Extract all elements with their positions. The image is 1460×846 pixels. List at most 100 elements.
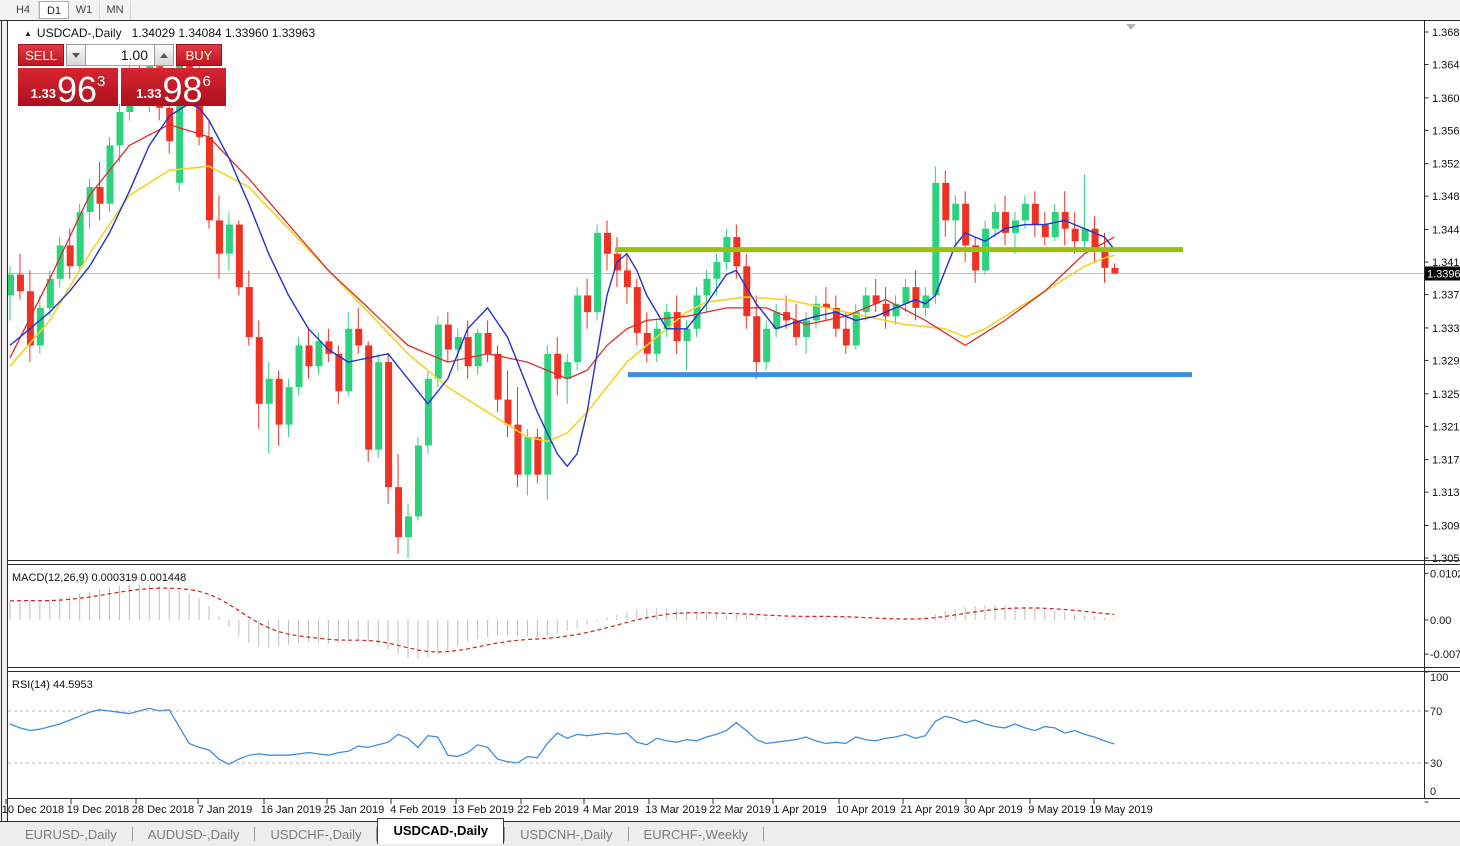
candle (36, 307, 44, 346)
price-axis: 1.36860 1.36470 1.36070 1.35680 1.35280 1.348… (1424, 27, 1460, 565)
candle (255, 337, 263, 404)
chart-shift-marker-icon[interactable] (1126, 24, 1136, 30)
candle (295, 345, 303, 388)
volume-input[interactable]: 1.00 (86, 44, 154, 66)
triangle-down-icon (72, 52, 80, 58)
candle (1111, 267, 1119, 274)
bid-price-prefix: 1.33 (30, 86, 56, 101)
svg-text:16 Jan 2019: 16 Jan 2019 (261, 804, 322, 816)
svg-text:1.36860: 1.36860 (1432, 27, 1460, 39)
candle (723, 237, 731, 263)
candle (315, 341, 323, 367)
rsi-line (9, 707, 1115, 766)
candle (1081, 228, 1089, 242)
candlestick-series (7, 49, 1119, 559)
tab-usdcnh-daily[interactable]: USDCNH-,Daily (505, 824, 627, 845)
svg-text:1.34100: 1.34100 (1432, 257, 1460, 269)
candle (713, 262, 721, 279)
candle (803, 320, 810, 338)
svg-text:30: 30 (1430, 758, 1442, 770)
svg-text:13 Mar 2019: 13 Mar 2019 (645, 804, 707, 816)
tab-usdcad-daily[interactable]: USDCAD-,Daily (377, 818, 505, 844)
svg-text:70: 70 (1430, 706, 1442, 718)
candle (1051, 212, 1059, 238)
svg-text:-0.00747: -0.00747 (1430, 649, 1460, 661)
macd-panel: MACD(12,26,9) 0.000319 0.001448 0.0102295… (9, 568, 1460, 661)
macd-label: MACD(12,26,9) 0.000319 0.001448 (12, 572, 186, 584)
candle (663, 312, 671, 329)
date-axis[interactable]: 10 Dec 2018 19 Dec 2018 28 Dec 2018 7 Jan 2… (2, 799, 1153, 816)
candle (554, 353, 562, 379)
candle (355, 328, 363, 346)
ask-price-pip-digit: 6 (202, 73, 211, 90)
chart-background (8, 21, 1460, 821)
candle (1071, 228, 1079, 242)
buy-button[interactable]: BUY (176, 44, 222, 66)
candle (405, 516, 412, 538)
svg-text:13 Feb 2019: 13 Feb 2019 (452, 804, 514, 816)
current-price-tag (1424, 266, 1460, 281)
svg-text:1.30940: 1.30940 (1432, 520, 1460, 532)
tab-eurchf-weekly[interactable]: EURCHF-,Weekly (629, 824, 764, 845)
candle (285, 387, 293, 425)
candle (812, 303, 820, 321)
sell-button[interactable]: SELL (18, 44, 64, 66)
svg-text:100: 100 (1430, 672, 1448, 684)
current-price-tag-text: 1.33963 (1427, 268, 1460, 280)
candle (773, 312, 781, 329)
svg-text:19 May 2019: 19 May 2019 (1089, 804, 1153, 816)
candle (524, 437, 532, 475)
candle (703, 278, 711, 296)
ask-price-panel[interactable]: 1.33 98 6 (121, 68, 226, 108)
bid-price-panel[interactable]: 1.33 96 3 (18, 68, 118, 108)
collapse-arrow-icon[interactable]: ▲ (24, 29, 32, 38)
candle (116, 112, 124, 146)
candle (86, 187, 94, 213)
candle (325, 341, 333, 354)
tab-eurusd-daily[interactable]: EURUSD-,Daily (10, 824, 132, 845)
svg-text:10 Apr 2019: 10 Apr 2019 (836, 804, 895, 816)
candle (96, 187, 104, 204)
svg-text:1.34490: 1.34490 (1432, 225, 1460, 237)
candle (265, 378, 273, 404)
timeframe-d1-button[interactable]: D1 (39, 1, 69, 19)
svg-text:30 Apr 2019: 30 Apr 2019 (963, 804, 1022, 816)
candle (992, 212, 1000, 229)
timeframe-h4-button[interactable]: H4 (8, 1, 39, 19)
candle (852, 312, 860, 346)
volume-decrease-button[interactable] (66, 44, 86, 66)
svg-text:10 Dec 2018: 10 Dec 2018 (2, 804, 64, 816)
candle (46, 278, 54, 308)
candle (942, 182, 950, 221)
svg-text:1.34890: 1.34890 (1432, 191, 1460, 203)
candle (1061, 212, 1069, 229)
candle (76, 212, 84, 267)
tab-usdchf-daily[interactable]: USDCHF-,Daily (255, 824, 376, 845)
candle (484, 332, 492, 354)
chart-ohlc-values: 1.34029 1.34084 1.33960 1.33963 (131, 26, 316, 40)
candle (26, 291, 34, 346)
candle (385, 362, 393, 488)
candle (633, 287, 641, 333)
tab-audusd-daily[interactable]: AUDUSD-,Daily (133, 824, 255, 845)
bid-price-pip-digit: 3 (97, 73, 106, 90)
candle (225, 224, 233, 254)
candle (245, 287, 253, 338)
candle (215, 220, 223, 254)
svg-text:9 May 2019: 9 May 2019 (1028, 804, 1085, 816)
svg-text:1.32130: 1.32130 (1432, 421, 1460, 433)
timeframe-mn-button[interactable]: MN (100, 1, 131, 19)
svg-text:1.31340: 1.31340 (1432, 487, 1460, 499)
candle (832, 307, 840, 329)
rsi-panel: RSI(14) 44.5953 100 70 30 0 (8, 671, 1448, 803)
volume-increase-button[interactable] (154, 44, 174, 66)
svg-text:0.00: 0.00 (1430, 615, 1451, 627)
svg-text:0: 0 (1430, 786, 1436, 798)
svg-text:1.36070: 1.36070 (1432, 93, 1460, 105)
candle (1101, 249, 1109, 268)
candle (932, 182, 940, 296)
macd-signal-line (9, 587, 1115, 653)
timeframe-w1-button[interactable]: W1 (69, 1, 100, 19)
candle (842, 328, 850, 346)
candle (464, 337, 472, 367)
